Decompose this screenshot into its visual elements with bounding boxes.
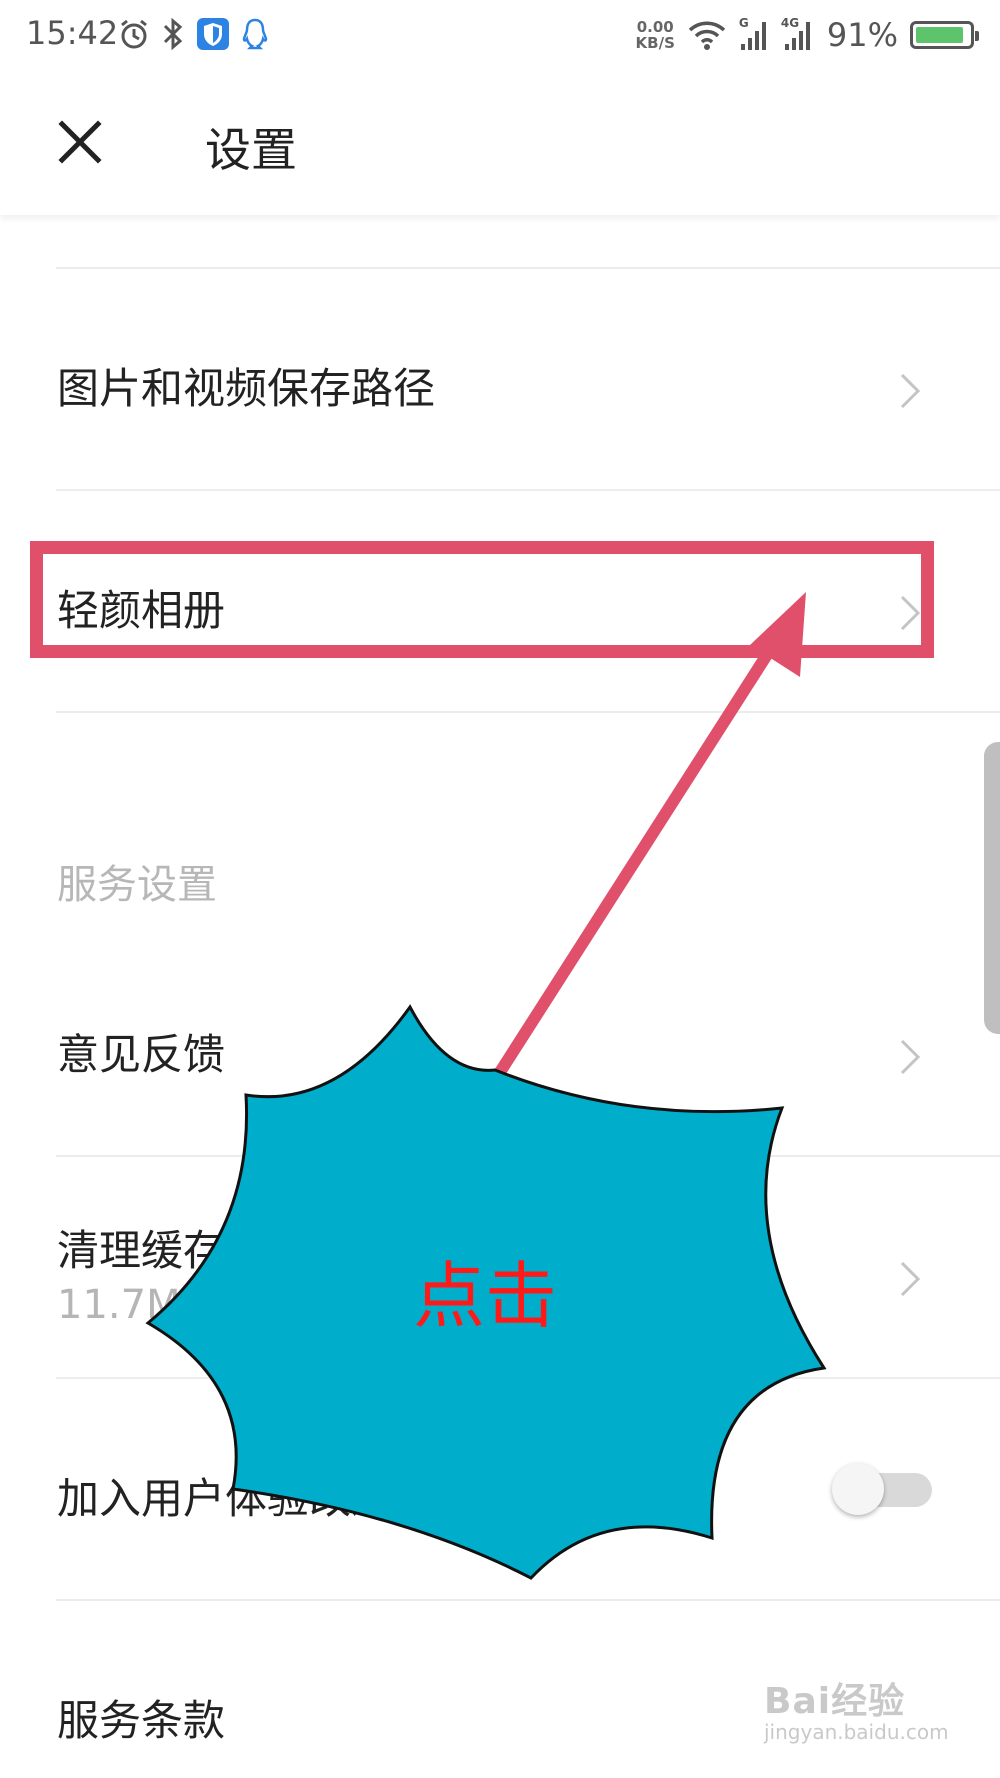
- row-ux-program-label: 加入用户体验改进计划: [57, 1474, 478, 1523]
- row-feedback[interactable]: 意见反馈: [0, 935, 1000, 1155]
- row-save-path[interactable]: 图片和视频保存路径: [0, 269, 1000, 489]
- net-speed-unit: KB/S: [635, 34, 675, 52]
- app-header: 设置: [0, 72, 1000, 215]
- net-speed-value: 0.00: [636, 18, 674, 36]
- battery-percent: 91%: [826, 16, 898, 54]
- cell-signal-4g-icon: 4G: [781, 16, 815, 52]
- annotation-highlight-box: [30, 541, 934, 658]
- chevron-right-icon: [900, 1039, 921, 1075]
- row-terms-label: 服务条款: [57, 1696, 226, 1745]
- battery-icon: [910, 21, 979, 49]
- wifi-icon: [688, 21, 726, 50]
- row-ux-program: 加入用户体验改进计划: [0, 1379, 1000, 1599]
- cell-signal-icon: G: [739, 16, 769, 52]
- close-icon: [58, 120, 102, 164]
- qq-icon: [242, 18, 268, 50]
- watermark-sub: jingyan.baidu.com: [764, 1720, 949, 1744]
- status-left-icons: [118, 14, 270, 54]
- ux-program-toggle[interactable]: [832, 1463, 937, 1515]
- row-save-path-label: 图片和视频保存路径: [57, 364, 436, 413]
- status-time: 15:42: [26, 14, 119, 52]
- shield-app-icon: [197, 18, 229, 50]
- alarm-icon: [121, 19, 147, 49]
- battery-fill: [916, 27, 963, 43]
- page-title: 设置: [205, 123, 297, 177]
- status-right: 0.00 KB/S G 4G 91%: [636, 10, 979, 60]
- divider: [56, 711, 1000, 713]
- close-button[interactable]: [50, 112, 110, 172]
- net-speed: 0.00 KB/S: [636, 19, 675, 51]
- settings-list: 图片和视频保存路径 轻颜相册 服务设置 意见反馈 清理缓存 11.7M 加入用户…: [0, 215, 1000, 1778]
- cache-size-value: 11.7M: [57, 1282, 181, 1328]
- scroll-indicator[interactable]: [984, 742, 1000, 1034]
- chevron-right-icon: [900, 373, 921, 409]
- chevron-right-icon: [900, 1261, 921, 1297]
- row-feedback-label: 意见反馈: [57, 1030, 226, 1079]
- section-title-service: 服务设置: [57, 862, 217, 908]
- watermark: Bai经验 jingyan.baidu.com: [764, 1672, 949, 1744]
- toggle-knob: [832, 1463, 884, 1515]
- status-bar: 15:42 0.00 KB/S G 4G 91%: [0, 0, 1000, 72]
- bluetooth-icon: [163, 17, 183, 51]
- watermark-main: Bai经验: [764, 1681, 906, 1722]
- row-clear-cache-label: 清理缓存: [57, 1226, 226, 1275]
- annotation-callout-text: 点击: [413, 1254, 558, 1338]
